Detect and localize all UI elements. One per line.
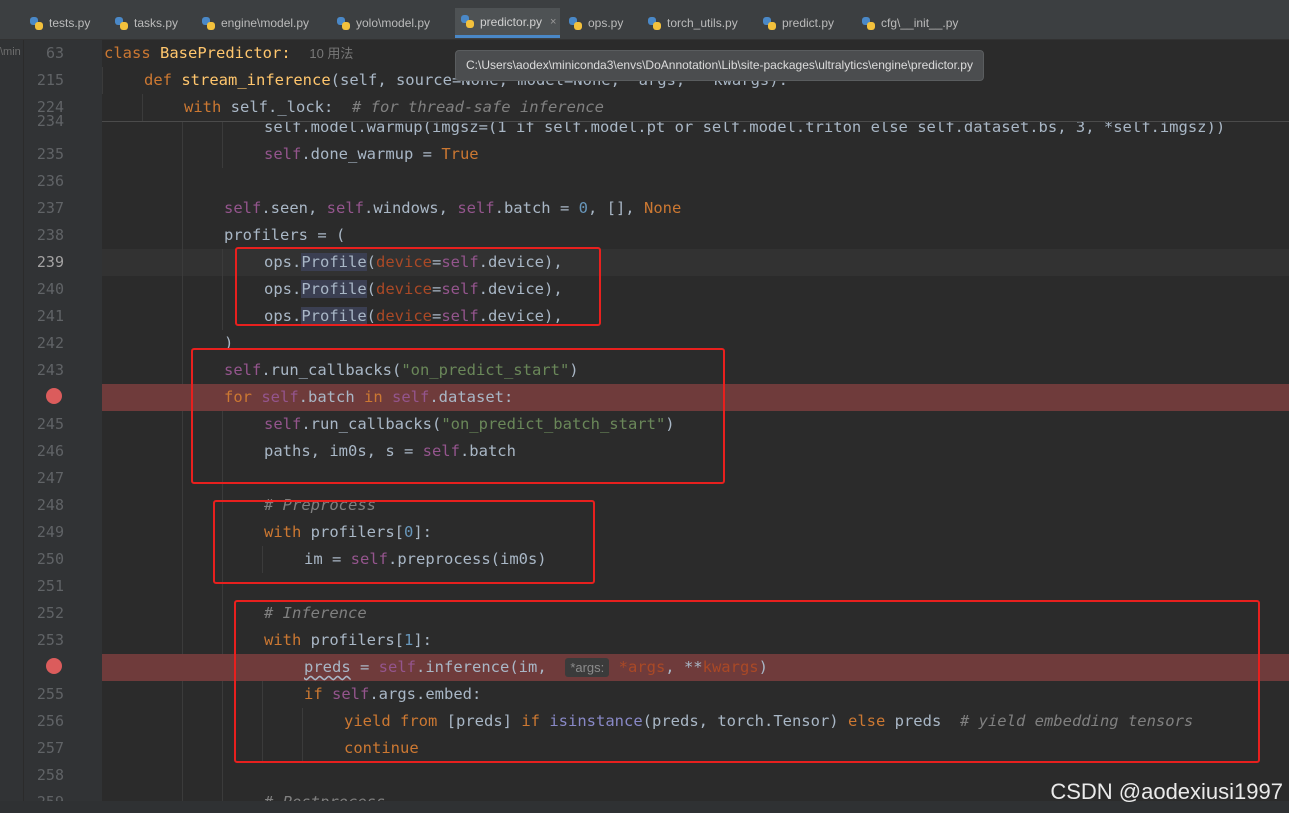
python-file-icon <box>30 16 43 30</box>
tab-ops-py[interactable]: ops.py <box>569 8 623 38</box>
code-text: class BasePredictor: 10 用法 <box>104 44 354 62</box>
line-number: 240 <box>36 280 64 298</box>
tab-label: predict.py <box>782 16 835 30</box>
close-tab-icon[interactable]: × <box>550 16 556 28</box>
line-number: 238 <box>36 226 64 244</box>
line-number: 249 <box>36 523 64 541</box>
line-number: 215 <box>36 71 64 89</box>
python-file-icon <box>862 16 875 30</box>
tab-tasks-py[interactable]: tasks.py <box>115 8 178 38</box>
code-text: with self._lock: # for thread-safe infer… <box>184 98 604 116</box>
line-number: 245 <box>36 415 64 433</box>
line-number: 255 <box>36 685 64 703</box>
tab-label: yolo\model.py <box>356 16 431 30</box>
sticky-with-line[interactable]: with self._lock: # for thread-safe infer… <box>102 94 1289 121</box>
code-line-235[interactable]: self.done_warmup = True <box>102 141 1289 168</box>
code-text: self.done_warmup = True <box>264 145 479 163</box>
tab-label: cfg\__init__.py <box>881 16 959 30</box>
annotation-box-inference <box>234 600 1260 763</box>
line-number: 257 <box>36 739 64 757</box>
annotation-box-preprocess <box>213 500 595 584</box>
line-number: 253 <box>36 631 64 649</box>
tab-cfg-init-py[interactable]: cfg\__init__.py <box>862 8 958 38</box>
tab-predictor-py[interactable]: predictor.py × <box>455 8 561 38</box>
line-number-gutter[interactable]: 63 215 224 234 235 236 237 238 239 240 2… <box>24 40 102 813</box>
tab-yolo-model-py[interactable]: yolo\model.py <box>337 8 430 38</box>
line-number: 236 <box>36 172 64 190</box>
project-path-fragment: \min <box>0 46 21 58</box>
line-number: 242 <box>36 334 64 352</box>
tab-label: engine\model.py <box>221 16 310 30</box>
usages-count[interactable]: 10 用法 <box>309 46 353 61</box>
python-file-icon <box>115 16 128 30</box>
code-line-237[interactable]: self.seen, self.windows, self.batch = 0,… <box>102 195 1289 222</box>
breakpoint-icon[interactable] <box>46 658 62 674</box>
csdn-watermark: CSDN @aodexiusi1997 <box>1050 779 1283 804</box>
line-number: 248 <box>36 496 64 514</box>
line-number: 241 <box>36 307 64 325</box>
tab-torch-utils-py[interactable]: torch_utils.py <box>648 8 738 38</box>
line-number: 63 <box>45 44 64 62</box>
tab-tests-py[interactable]: tests.py <box>30 8 90 38</box>
annotation-box-profilers <box>235 247 601 326</box>
line-number: 256 <box>36 712 64 730</box>
line-number: 251 <box>36 577 64 595</box>
tab-label: predictor.py <box>480 14 543 29</box>
python-file-icon <box>461 15 474 28</box>
line-number: 250 <box>36 550 64 568</box>
tab-label: tests.py <box>49 16 91 30</box>
breakpoint-icon[interactable] <box>46 388 62 404</box>
code-line-236[interactable] <box>102 168 1289 195</box>
tab-engine-model-py[interactable]: engine\model.py <box>202 8 309 38</box>
python-file-icon <box>337 16 350 30</box>
line-number: 235 <box>36 145 64 163</box>
line-number: 247 <box>36 469 64 487</box>
python-file-icon <box>202 16 215 30</box>
tab-predict-py[interactable]: predict.py <box>763 8 834 38</box>
file-path-tooltip: C:\Users\aodex\miniconda3\envs\DoAnnotat… <box>455 50 984 81</box>
line-number: 252 <box>36 604 64 622</box>
annotation-box-batch-loop <box>191 348 725 484</box>
tab-label: torch_utils.py <box>667 16 738 30</box>
line-number: 243 <box>36 361 64 379</box>
editor-tab-bar: tests.py tasks.py engine\model.py yolo\m… <box>0 0 1289 40</box>
code-text: self.seen, self.windows, self.batch = 0,… <box>224 199 682 217</box>
line-number: 234 <box>36 114 64 128</box>
python-file-icon <box>569 16 582 30</box>
line-number: 239 <box>36 253 64 271</box>
tab-label: ops.py <box>588 16 624 30</box>
line-number: 237 <box>36 199 64 217</box>
project-panel-edge[interactable]: \min <box>0 40 24 813</box>
python-file-icon <box>763 16 776 30</box>
line-number: 246 <box>36 442 64 460</box>
tab-label: tasks.py <box>134 16 179 30</box>
code-text: profilers = ( <box>224 226 346 244</box>
line-number: 258 <box>36 766 64 784</box>
code-line-238[interactable]: profilers = ( <box>102 222 1289 249</box>
python-file-icon <box>648 16 661 30</box>
